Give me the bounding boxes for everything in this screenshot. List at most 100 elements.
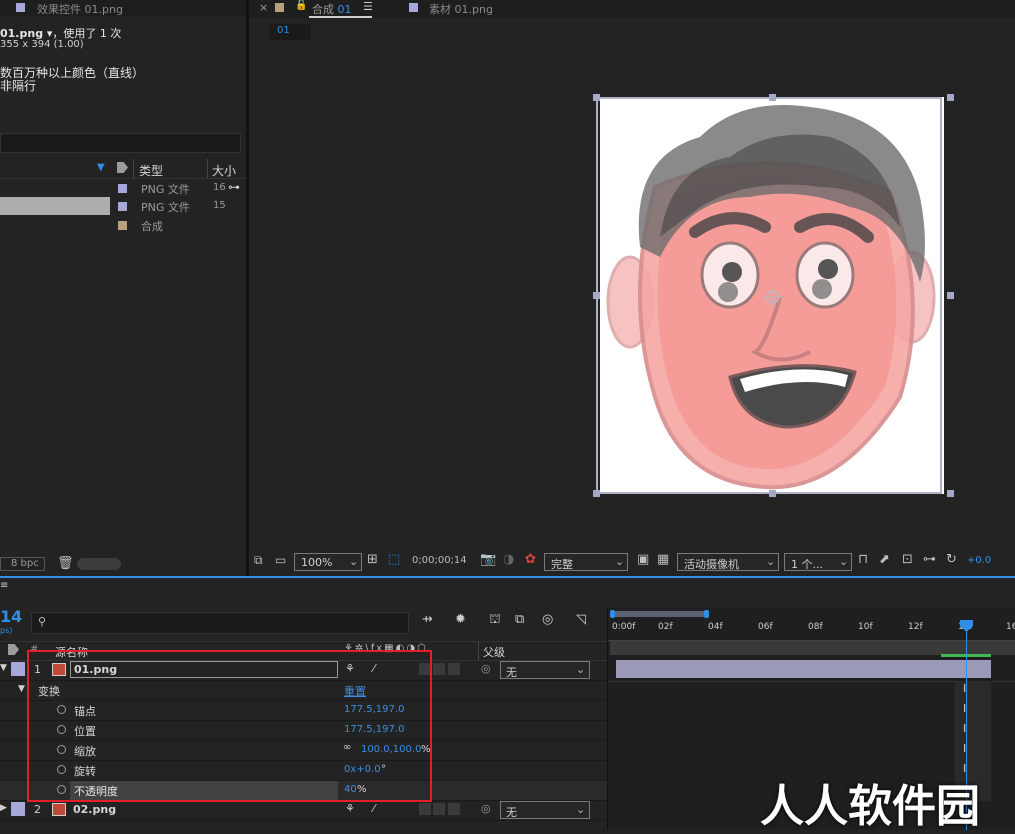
shy-switch-icon[interactable]: ⚘ [345,802,355,815]
color-channel-icon[interactable]: ✿ [525,552,536,567]
layer-row-2[interactable]: ▶ 2 02.png ⚘ ⁄ ◎ 无 ⌄ [0,800,607,821]
comp-mini-flowchart-icon[interactable]: ⇸ [422,612,433,627]
transform-handle[interactable] [593,292,600,299]
label-color[interactable] [11,802,25,816]
project-search-input[interactable] [0,133,241,153]
layer-bar-1[interactable] [616,660,991,678]
fast-preview-icon[interactable]: ⬈ [879,552,890,567]
graph-editor-icon[interactable]: ◹ [576,612,586,627]
show-snapshot-icon[interactable]: ◑ [503,552,514,567]
quality-switch-icon[interactable]: ⁄ [373,802,375,815]
timeline-search-input[interactable]: ⚲ [31,612,409,634]
composition-viewer: × 🔓 合成 01 ☰ 素材 01.png 01 ⧉ ▭ 100% ⌄ ⊞ ⬚ … [249,0,1015,577]
transform-handle[interactable] [947,490,954,497]
fps-label: ps) [0,626,13,635]
transform-handle[interactable] [947,94,954,101]
transform-handle[interactable] [769,490,776,497]
project-footer: 8 bpc 🗑 [0,555,246,575]
layer-name[interactable]: 02.png [73,803,116,816]
label-color[interactable] [11,662,25,676]
flowchart-icon[interactable]: ⊶ [923,552,936,567]
search-icon: ⚲ [38,615,47,628]
frame-blending-icon[interactable]: ⧉ [515,612,524,627]
timecode-display[interactable]: 0;00;00;14 [412,555,467,566]
chevron-down-icon: ⌄ [839,555,849,568]
collapse-triangle-icon[interactable]: ▶ [0,803,7,813]
col-type[interactable]: 类型 [139,162,163,179]
label-tag-icon[interactable] [8,644,19,655]
resolution-select[interactable]: 完整 ⌄ [544,553,628,571]
project-panel: 效果控件 01.png 01.png ▾，使用了 1 次 355 x 394 (… [0,0,246,577]
bpc-button[interactable]: 8 bpc [0,557,45,571]
trash-icon[interactable]: 🗑 [57,556,74,571]
pick-whip-icon[interactable]: ◎ [481,662,491,675]
viewer-toolbar: ⧉ ▭ 100% ⌄ ⊞ ⬚ 0;00;00;14 📷 ◑ ✿ 完整 ⌄ ▣ ▦… [249,551,1015,573]
view-layout-select[interactable]: 1 个... ⌄ [784,553,852,571]
always-preview-icon[interactable]: ⧉ [254,553,263,568]
transform-handle[interactable] [769,94,776,101]
project-item-selected[interactable]: PNG 文件 15 [0,197,228,216]
project-item[interactable]: PNG 文件 16 ⊶ [0,179,240,198]
row-divider [608,681,1015,682]
parent-select[interactable]: 无 ⌄ [500,801,590,819]
effects-tab-bar: 效果控件 01.png [0,0,246,16]
reset-exposure-icon[interactable]: ↻ [946,552,957,567]
timeline-icon[interactable]: ⊡ [902,552,913,567]
expand-triangle-icon[interactable]: ▼ [18,684,25,694]
transform-handle[interactable] [593,490,600,497]
col-size[interactable]: 大小 [212,162,236,179]
panel-menu-icon[interactable]: ≡ [0,580,8,591]
file-dims: 355 x 394 (1.00) [0,39,84,50]
monitor-icon[interactable]: ▭ [275,553,286,567]
work-area-end-handle[interactable] [704,610,709,618]
motion-blur-icon[interactable]: ◎ [542,612,553,627]
focus-border [0,576,1015,578]
flowchart-icon[interactable]: ⊶ [228,180,240,194]
sort-down-icon[interactable]: ▼ [97,162,105,173]
zoom-select[interactable]: 100% ⌄ [294,553,362,571]
camera-select[interactable]: 活动摄像机 ⌄ [677,553,779,571]
work-area-start-handle[interactable] [610,610,615,618]
pixel-aspect-icon[interactable]: ⊓ [858,552,868,567]
comp-tab[interactable]: 合成 01 [312,1,352,17]
pick-whip-icon[interactable]: ◎ [481,802,491,815]
effects-tab[interactable]: 效果控件 01.png [37,1,123,17]
zoom-slider[interactable] [77,558,121,570]
exposure-value[interactable]: +0.0 [967,555,991,566]
current-time[interactable]: 14 [0,607,22,626]
work-area-bar[interactable] [612,611,708,617]
footage-icon [409,3,418,12]
label-tag-icon[interactable] [117,162,128,173]
time-ruler[interactable]: 0:00f 02f 04f 06f 08f 10f 12f 14f 16 [608,620,1015,641]
comp-duration-bar [610,641,1015,655]
transform-handle[interactable] [593,94,600,101]
camera-snapshot-icon[interactable]: 📷 [480,552,496,567]
region-of-interest-icon[interactable]: ▣ [637,552,649,567]
label-color [118,202,127,211]
lock-icon[interactable]: 🔓 [295,0,307,11]
expand-triangle-icon[interactable]: ▼ [0,663,7,673]
chevron-down-icon: ⌄ [349,555,359,568]
mask-visibility-icon[interactable]: ⬚ [388,552,400,567]
panel-menu-icon[interactable]: ☰ [363,0,373,13]
footage-icon [16,3,25,12]
project-item[interactable]: 合成 [0,216,228,235]
layer-bounding-box[interactable] [596,97,942,494]
footage-tab[interactable]: 素材 01.png [429,1,493,17]
switch-box[interactable] [448,663,460,675]
switch-box[interactable] [448,803,460,815]
col-parent[interactable]: 父级 [483,644,505,660]
image-layer-icon [52,803,66,816]
parent-select[interactable]: 无 ⌄ [500,661,590,679]
safe-margins-icon[interactable]: ⊞ [367,552,378,567]
switch-box[interactable] [419,803,431,815]
transparency-grid-icon[interactable]: ▦ [657,552,669,567]
switch-box[interactable] [433,803,445,815]
draft-3d-icon[interactable]: ✹ [455,612,466,627]
comp-breadcrumb[interactable]: 01 [269,24,311,40]
close-icon[interactable]: × [259,1,268,14]
shy-layers-icon[interactable]: ⛫ [489,612,501,629]
switch-box[interactable] [433,663,445,675]
transform-handle[interactable] [947,292,954,299]
watermark-text: 人人软件园 [760,781,980,832]
